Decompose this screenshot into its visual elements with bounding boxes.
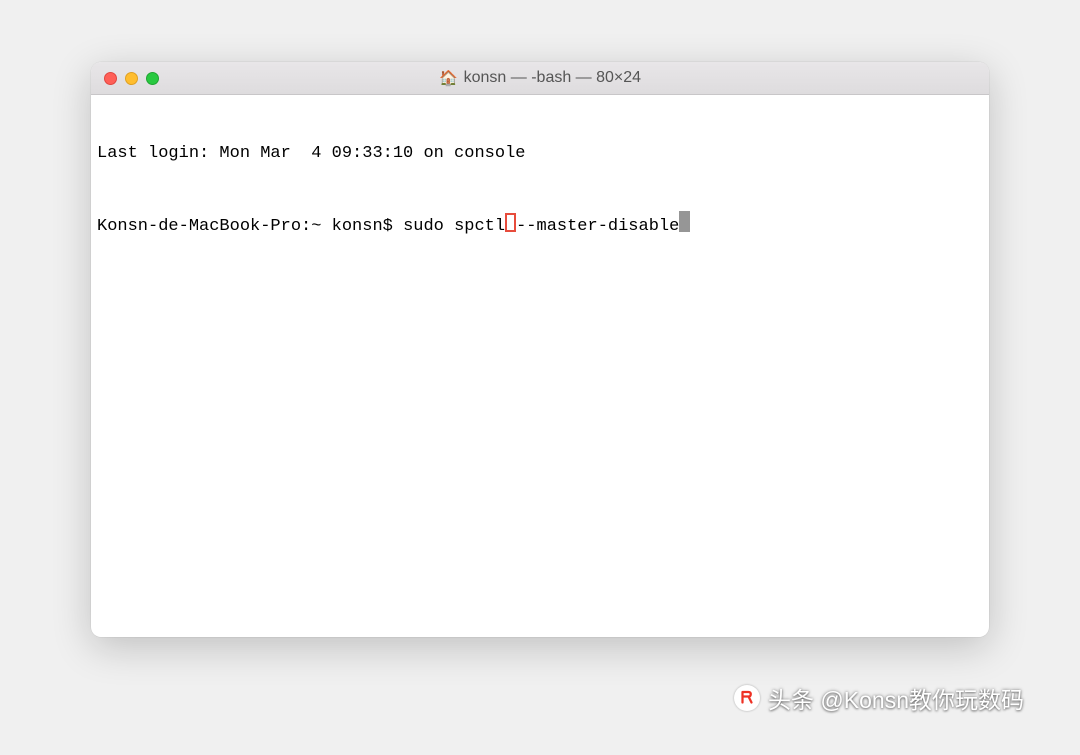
window-title: konsn — -bash — 80×24 [464, 69, 641, 87]
watermark-text: 头条 @Konsn教你玩数码 [768, 681, 1024, 715]
title-bar[interactable]: 🏠 konsn — -bash — 80×24 [91, 62, 989, 95]
window-controls [91, 72, 159, 85]
terminal-body[interactable]: Last login: Mon Mar 4 09:33:10 on consol… [91, 95, 989, 637]
window-title-group: 🏠 konsn — -bash — 80×24 [91, 69, 989, 87]
terminal-command-part2: --master-disable [516, 216, 679, 238]
close-button[interactable] [104, 72, 117, 85]
watermark: 头条 @Konsn教你玩数码 [734, 681, 1024, 715]
maximize-button[interactable] [146, 72, 159, 85]
terminal-command-part1: sudo spctl [403, 216, 505, 238]
terminal-prompt: Konsn-de-MacBook-Pro:~ konsn$ [97, 216, 403, 238]
minimize-button[interactable] [125, 72, 138, 85]
terminal-window: 🏠 konsn — -bash — 80×24 Last login: Mon … [91, 62, 989, 637]
terminal-prompt-line: Konsn-de-MacBook-Pro:~ konsn$ sudo spctl… [97, 209, 983, 238]
cursor-icon [679, 211, 690, 232]
terminal-output-line: Last login: Mon Mar 4 09:33:10 on consol… [97, 143, 983, 165]
highlight-box-icon [505, 213, 516, 232]
watermark-logo-icon [734, 685, 760, 711]
home-icon: 🏠 [439, 71, 458, 86]
